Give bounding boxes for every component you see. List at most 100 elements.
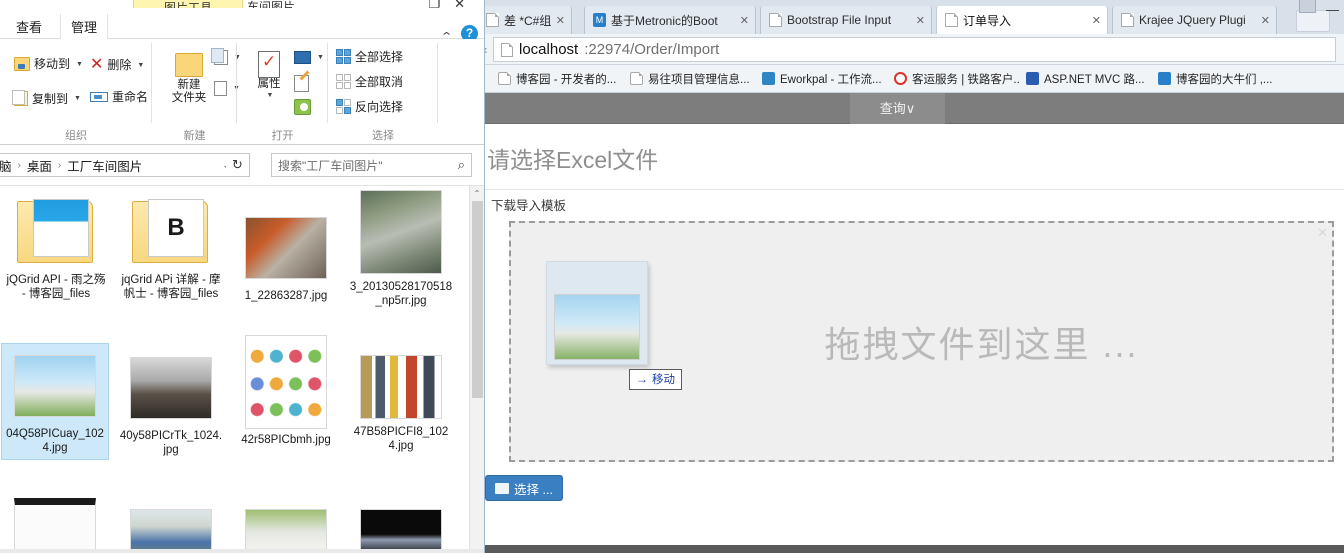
search-icon[interactable]: ⌕ <box>458 157 465 173</box>
list-item[interactable]: 40y58PICrTk_1024.jpg <box>117 346 225 461</box>
file-name: jqGrid APi 详解 - 摩帆士 - 博客园_files <box>121 274 221 300</box>
browser-tab-label: 订单导入 <box>963 13 1012 28</box>
list-item[interactable] <box>347 504 455 553</box>
browser-tab-2[interactable]: Bootstrap File Input ✕ <box>760 6 932 34</box>
file-thumbnail <box>14 347 96 425</box>
new-tab-button[interactable] <box>1296 10 1330 32</box>
list-item[interactable] <box>1 492 109 553</box>
list-item[interactable] <box>232 504 340 553</box>
list-item[interactable]: 04Q58PICuay_1024.jpg <box>1 343 109 460</box>
doc-icon <box>498 72 511 85</box>
close-icon[interactable]: ✕ <box>556 14 565 27</box>
bookmark-item[interactable]: 博客园的大牛们 ,... <box>1151 67 1279 91</box>
url-host: localhost <box>519 41 579 58</box>
explorer-search-box[interactable]: 搜索"工厂车间图片" ⌕ <box>271 153 472 177</box>
bookmark-label: 博客园 - 开发者的... <box>516 73 617 86</box>
delete-button[interactable]: ✕ 删除 ▼ <box>90 57 144 73</box>
bookmark-item[interactable]: 博客园 - 开发者的... <box>491 67 623 91</box>
breadcrumb-item-2[interactable]: 工厂车间图片 <box>67 156 142 175</box>
file-name: 47B58PICFI8_1024.jpg <box>353 426 449 452</box>
refresh-icon[interactable]: ↻ <box>226 153 250 177</box>
metronic-icon: M <box>593 13 606 27</box>
explorer-ribbon: 移动到 ▼ ✕ 删除 ▼ 复制到 ▼ 重命名 组织 新建 文件夹 ▼ 新建 ✓ … <box>0 39 484 145</box>
dropzone-close-icon[interactable]: ✕ <box>1317 225 1328 241</box>
list-item[interactable] <box>117 504 225 553</box>
list-item[interactable]: 42r58PICbmh.jpg <box>232 330 340 452</box>
explorer-file-grid[interactable]: jQGrid API - 雨之殇 - 博客园_files B jqGrid AP… <box>0 186 484 553</box>
list-item[interactable]: 47B58PICFI8_1024.jpg <box>347 348 455 457</box>
bookmark-item[interactable]: 易往项目管理信息... <box>623 67 755 91</box>
drag-ghost-thumbnail <box>546 261 648 365</box>
select-none-button[interactable]: 全部取消 <box>336 74 403 89</box>
tab-manage[interactable]: 管理 <box>60 14 109 39</box>
browser-tab-1[interactable]: M 基于Metronic的Boot ✕ <box>584 6 756 34</box>
new-folder-label: 新建 文件夹 <box>171 79 207 104</box>
page-content: 查询∨ 请选择Excel文件 下载导入模板 拖拽文件到这里 ... ✕ → 移动 <box>485 93 1344 545</box>
browser-minimize-button[interactable]: — <box>1326 2 1339 17</box>
bookmark-label: 博客园的大牛们 ,... <box>1176 73 1273 86</box>
edit-button[interactable] <box>294 75 309 92</box>
chevron-down-icon[interactable]: ▼ <box>137 62 144 69</box>
browser-tab-0[interactable]: 差 *C#组件系 ✕ <box>485 6 572 34</box>
browser-tab-4[interactable]: Krajee JQuery Plugi ✕ <box>1112 6 1277 34</box>
list-item[interactable]: jQGrid API - 雨之殇 - 博客园_files <box>2 190 110 305</box>
chevron-down-icon[interactable]: ▼ <box>74 95 81 102</box>
scrollbar-thumb[interactable] <box>472 201 483 398</box>
breadcrumb[interactable]: 脑 › 桌面 › 工厂车间图片 ⌄ <box>0 153 235 177</box>
properties-button[interactable]: 属性 ▼ <box>251 51 287 99</box>
chevron-down-icon[interactable]: ▼ <box>76 61 83 68</box>
file-thumbnail <box>360 351 442 423</box>
rename-button[interactable]: 重命名 <box>90 91 148 103</box>
file-thumbnail <box>130 349 212 427</box>
chevron-down-icon[interactable]: ▼ <box>267 92 274 99</box>
rename-label: 重命名 <box>112 90 149 104</box>
chevron-down-icon[interactable]: ▼ <box>317 54 324 61</box>
bookmark-item[interactable]: 客运服务 | 铁路客户... <box>887 67 1019 91</box>
bookmark-item[interactable]: Eworkpal - 工作流... <box>755 67 887 91</box>
query-toggle-button[interactable]: 查询∨ <box>850 93 945 124</box>
explorer-vertical-scrollbar[interactable]: ⌃ <box>469 186 484 553</box>
list-item[interactable]: B jqGrid APi 详解 - 摩帆士 - 博客园_files <box>117 190 225 305</box>
close-icon[interactable]: ✕ <box>740 14 749 27</box>
back-icon[interactable]: ‹ <box>485 42 487 57</box>
close-icon[interactable]: ✕ <box>1092 14 1101 27</box>
invert-selection-button[interactable]: 反向选择 <box>336 99 403 114</box>
select-all-button[interactable]: 全部选择 <box>336 49 403 64</box>
breadcrumb-separator: › <box>57 159 62 171</box>
browser-tab-label: 差 *C#组件系 <box>504 13 551 28</box>
browser-status-bar <box>485 545 1344 553</box>
bookmark-label: Eworkpal - 工作流... <box>780 73 882 86</box>
browser-tab-3[interactable]: 订单导入 ✕ <box>936 6 1108 34</box>
file-name: 04Q58PICuay_1024.jpg <box>6 428 104 454</box>
file-name: 3_20130528170518_np5rr.jpg <box>349 281 453 307</box>
list-item[interactable]: 3_20130528170518_np5rr.jpg <box>347 186 455 312</box>
doc-icon <box>769 13 782 27</box>
rail-icon <box>894 72 907 85</box>
close-icon[interactable]: ✕ <box>1261 14 1270 27</box>
url-input[interactable]: localhost:22974/Order/Import <box>493 37 1336 62</box>
file-thumbnail: B <box>130 193 212 271</box>
tab-view[interactable]: 查看 <box>6 14 52 39</box>
file-thumbnail <box>360 186 442 278</box>
list-item[interactable]: 1_22863287.jpg <box>232 206 340 308</box>
scroll-up-icon[interactable]: ⌃ <box>470 186 484 201</box>
doc-icon <box>1121 13 1134 27</box>
download-template-link[interactable]: 下载导入模板 <box>491 195 566 214</box>
select-file-button[interactable]: 选择 ... <box>485 475 563 501</box>
bookmark-item[interactable]: ASP.NET MVC 路... <box>1019 67 1151 91</box>
history-button[interactable] <box>294 99 311 115</box>
new-folder-button[interactable]: 新建 文件夹 <box>166 53 212 105</box>
move-to-button[interactable]: 移动到 ▼ <box>14 57 83 71</box>
open-picture-button[interactable]: ▼ <box>294 51 324 64</box>
file-dropzone[interactable]: 拖拽文件到这里 ... ✕ → 移动 <box>509 221 1334 462</box>
copy-to-button[interactable]: 复制到 ▼ <box>12 90 81 106</box>
history-icon <box>294 99 311 115</box>
select-file-label: 选择 ... <box>514 482 553 497</box>
ribbon-group-open: 属性 ▼ ▼ 打开 <box>237 39 328 145</box>
bookmark-label: ASP.NET MVC 路... <box>1044 73 1145 86</box>
file-name: 40y58PICrTk_1024.jpg <box>119 430 223 456</box>
close-icon[interactable]: ✕ <box>916 14 925 27</box>
breadcrumb-item-0[interactable]: 脑 <box>0 156 12 175</box>
breadcrumb-item-1[interactable]: 桌面 <box>27 156 52 175</box>
browser-restore-button[interactable] <box>1299 0 1316 13</box>
